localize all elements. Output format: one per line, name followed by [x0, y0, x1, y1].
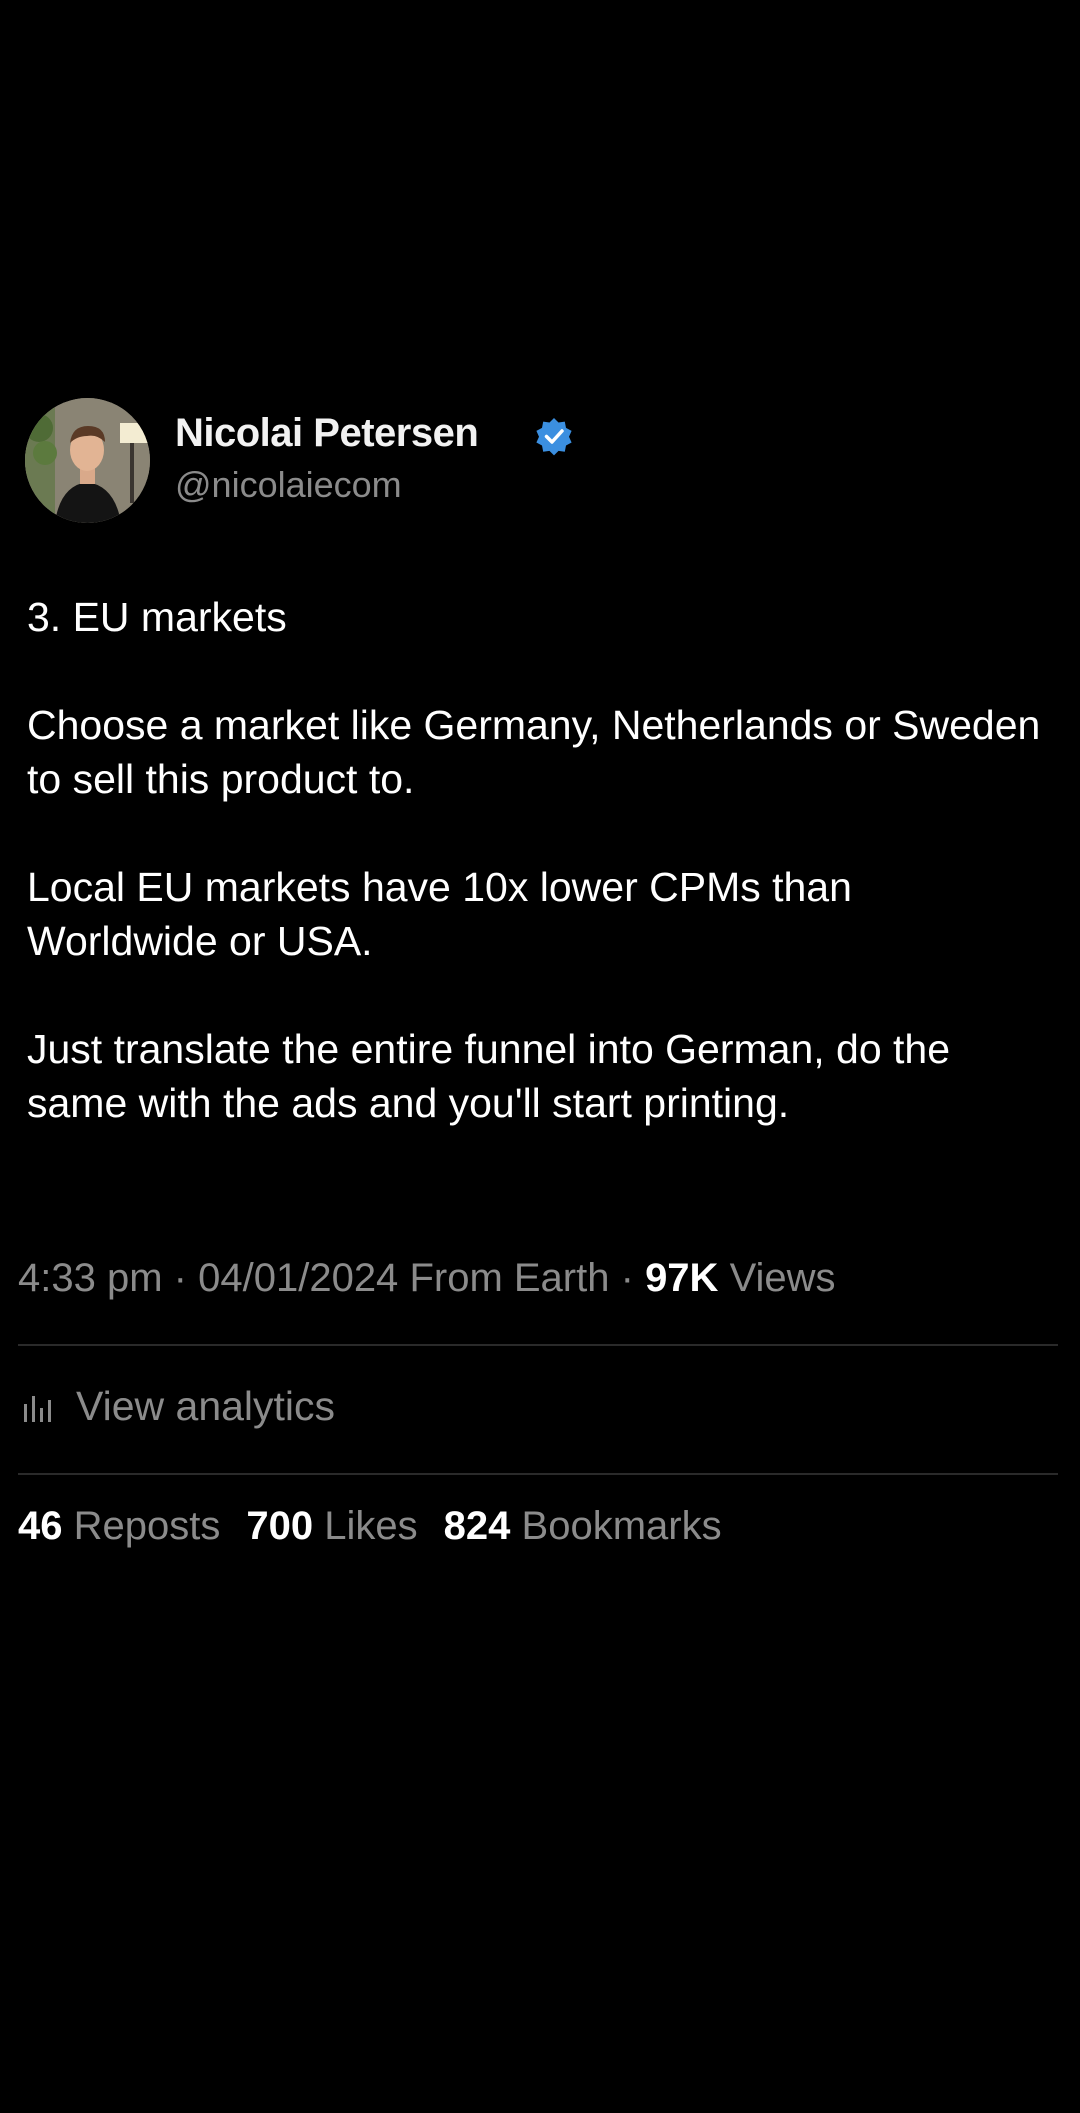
meta-separator: ·: [173, 1256, 187, 1300]
reposts-label: Reposts: [73, 1504, 221, 1548]
post-stats: 46 Reposts 700 Likes 824 Bookmarks: [18, 1504, 748, 1549]
views-label: Views: [729, 1256, 836, 1300]
post-paragraph: Choose a market like Germany, Netherland…: [27, 702, 1041, 802]
bookmarks-stat[interactable]: 824 Bookmarks: [444, 1504, 722, 1549]
view-analytics-label: View analytics: [76, 1382, 336, 1429]
avatar[interactable]: [25, 398, 150, 523]
likes-stat[interactable]: 700 Likes: [246, 1504, 417, 1549]
author-display-name[interactable]: Nicolai Petersen: [175, 411, 479, 456]
post-detail: Nicolai Petersen @nicolaiecom 3. EU mark…: [0, 396, 1080, 1548]
post-time[interactable]: 4:33 pm: [18, 1256, 163, 1300]
post-paragraph: Local EU markets have 10x lower CPMs tha…: [27, 864, 852, 964]
post-location: From Earth: [409, 1256, 610, 1300]
likes-label: Likes: [324, 1504, 418, 1548]
reposts-count: 46: [18, 1504, 63, 1548]
meta-separator: ·: [620, 1256, 634, 1300]
bookmarks-label: Bookmarks: [521, 1504, 722, 1548]
post-paragraph: 3. EU markets: [27, 594, 287, 640]
bar-chart-icon: [24, 1396, 51, 1422]
post-metadata: 4:33 pm · 04/01/2024 From Earth · 97K Vi…: [18, 1256, 836, 1301]
views-count: 97K: [645, 1256, 719, 1300]
reposts-stat[interactable]: 46 Reposts: [18, 1504, 220, 1549]
post-date[interactable]: 04/01/2024: [198, 1256, 398, 1300]
bookmarks-count: 824: [443, 1504, 511, 1548]
likes-count: 700: [246, 1504, 314, 1548]
author-handle[interactable]: @nicolaiecom: [175, 464, 402, 506]
post-body: 3. EU markets Choose a market like Germa…: [27, 590, 1047, 1130]
post-author-header: Nicolai Petersen @nicolaiecom: [0, 396, 1080, 526]
verified-badge-icon: [536, 418, 572, 456]
view-analytics-button[interactable]: View analytics: [22, 1378, 335, 1434]
divider: [18, 1344, 1058, 1346]
divider: [18, 1473, 1058, 1475]
post-paragraph: Just translate the entire funnel into Ge…: [27, 1026, 951, 1126]
